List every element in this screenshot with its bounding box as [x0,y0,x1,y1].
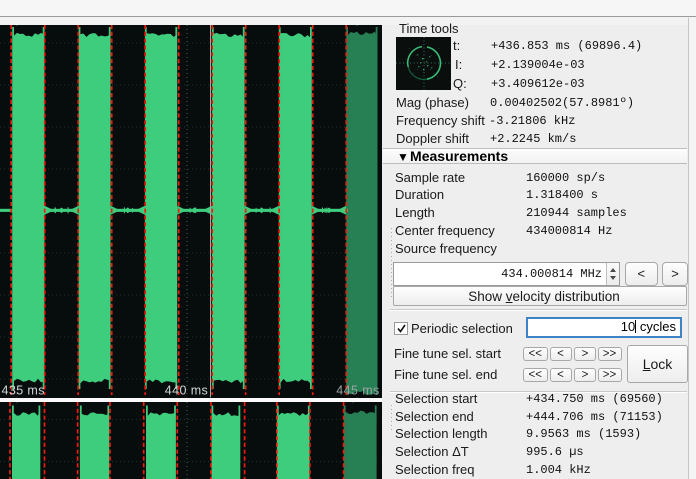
svg-text:440 ms: 440 ms [165,384,208,398]
svg-text:445 ms: 445 ms [336,384,379,398]
svg-text:435 ms: 435 ms [2,384,45,398]
